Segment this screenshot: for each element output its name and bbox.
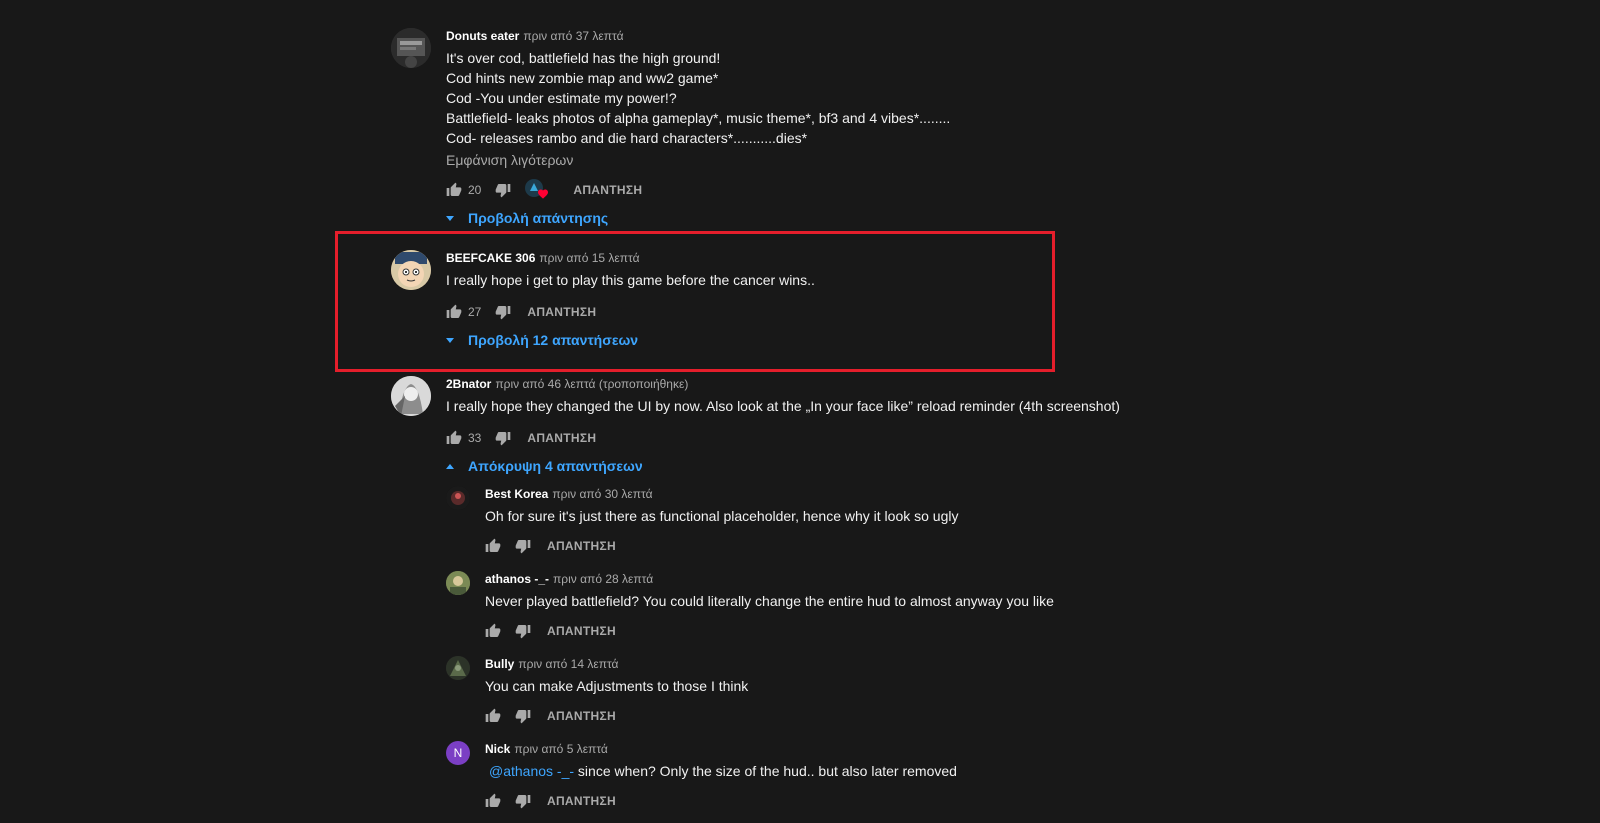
reply-author[interactable]: Best Korea <box>485 487 548 501</box>
comment-line: Cod hints new zombie map and ww2 game* <box>446 70 719 86</box>
comment-author[interactable]: 2Bnator <box>446 377 491 391</box>
avatar[interactable] <box>446 571 470 595</box>
view-replies-button[interactable]: Προβολή απάντησης <box>446 206 1151 230</box>
reply-button[interactable]: ΑΠΑΝΤΗΣΗ <box>547 794 616 808</box>
comment-line: Cod- releases rambo and die hard charact… <box>446 130 808 146</box>
comment-thread: Donuts eater πριν από 37 λεπτά It's over … <box>391 28 1151 228</box>
comment-timestamp[interactable]: πριν από 46 λεπτά (τροποποιήθηκε) <box>495 377 688 391</box>
creator-heart-badge <box>525 179 551 201</box>
like-button[interactable] <box>485 538 501 554</box>
comment-timestamp[interactable]: πριν από 37 λεπτά <box>523 29 623 43</box>
dislike-button[interactable] <box>515 623 531 639</box>
like-button[interactable] <box>446 430 462 446</box>
thumbs-down-icon <box>515 540 531 554</box>
reply-item: Best Korea πριν από 30 λεπτά Oh for sure … <box>446 486 1146 556</box>
thumbs-up-icon <box>485 623 501 637</box>
thumbs-down-icon <box>496 184 511 198</box>
avatar[interactable] <box>446 486 470 510</box>
hide-replies-button[interactable]: Απόκρυψη 4 απαντήσεων <box>446 454 1151 478</box>
like-button[interactable] <box>446 182 462 198</box>
comment-line: Battlefield- leaks photos of alpha gamep… <box>446 110 951 126</box>
reply-button[interactable]: ΑΠΑΝΤΗΣΗ <box>573 183 642 197</box>
reply-text: @athanos -_- since when? Only the size o… <box>485 761 1146 781</box>
dislike-button[interactable] <box>515 708 531 724</box>
like-count: 33 <box>468 431 482 445</box>
chevron-up-icon <box>446 463 454 469</box>
comment-thread: 2Bnator πριν από 46 λεπτά (τροποποιήθηκε)… <box>391 376 1151 476</box>
reply-text-body: since when? Only the size of the hud.. b… <box>574 763 957 779</box>
avatar[interactable] <box>446 656 470 680</box>
reply-button[interactable]: ΑΠΑΝΤΗΣΗ <box>547 709 616 723</box>
mention-link[interactable]: @athanos -_- <box>489 763 574 779</box>
comment-author[interactable]: Donuts eater <box>446 29 519 43</box>
reply-text: You can make Adjustments to those I thin… <box>485 678 749 694</box>
thumbs-up-icon <box>446 182 462 196</box>
like-button[interactable] <box>485 708 501 724</box>
reply-timestamp[interactable]: πριν από 14 λεπτά <box>518 657 618 671</box>
view-replies-label: Προβολή απάντησης <box>468 210 609 226</box>
reply-author[interactable]: Bully <box>485 657 514 671</box>
thumbs-down-icon <box>515 795 531 809</box>
like-button[interactable] <box>485 623 501 639</box>
thumbs-up-icon <box>485 708 501 722</box>
comment-line: Cod -You under estimate my power!? <box>446 90 677 106</box>
dislike-button[interactable] <box>515 793 531 809</box>
like-button[interactable] <box>485 793 501 809</box>
reply-button[interactable]: ΑΠΑΝΤΗΣΗ <box>547 539 616 553</box>
thumbs-up-icon <box>485 538 501 552</box>
dislike-button[interactable] <box>515 538 531 554</box>
reply-button[interactable]: ΑΠΑΝΤΗΣΗ <box>527 431 596 445</box>
avatar[interactable]: N <box>446 741 470 765</box>
chevron-down-icon <box>446 215 454 221</box>
comment-line: It's over cod, battlefield has the high … <box>446 50 721 66</box>
reply-timestamp[interactable]: πριν από 30 λεπτά <box>552 487 652 501</box>
reply-text: Never played battlefield? You could lite… <box>485 593 1054 609</box>
reply-text: Oh for sure it's just there as functiona… <box>485 508 959 524</box>
comment-text: It's over cod, battlefield has the high … <box>446 48 1151 148</box>
avatar-initial: N <box>453 746 463 760</box>
dislike-button[interactable] <box>495 182 511 198</box>
hide-replies-label: Απόκρυψη 4 απαντήσεων <box>468 458 643 474</box>
heart-icon <box>538 189 549 199</box>
like-count: 20 <box>468 183 482 197</box>
reply-author[interactable]: Nick <box>485 742 510 756</box>
thumbs-down-icon <box>496 432 511 446</box>
reply-item: N Nick πριν από 5 λεπτά @athanos -_- sinc… <box>446 741 1146 811</box>
avatar[interactable] <box>391 376 431 416</box>
reply-timestamp[interactable]: πριν από 5 λεπτά <box>514 742 607 756</box>
reply-button[interactable]: ΑΠΑΝΤΗΣΗ <box>547 624 616 638</box>
avatar[interactable] <box>391 28 431 68</box>
reply-timestamp[interactable]: πριν από 28 λεπτά <box>553 572 653 586</box>
thumbs-down-icon <box>515 710 531 724</box>
thumbs-up-icon <box>446 430 462 444</box>
show-less-link[interactable]: Εμφάνιση λιγότερων <box>446 150 1151 170</box>
thumbs-up-icon <box>485 793 501 807</box>
comment-text: I really hope they changed the UI by now… <box>446 398 1120 414</box>
highlight-box <box>335 231 1055 372</box>
reply-author[interactable]: athanos -_- <box>485 572 549 586</box>
thumbs-down-icon <box>515 625 531 639</box>
reply-item: Bully πριν από 14 λεπτά You can make Adju… <box>446 656 1146 726</box>
dislike-button[interactable] <box>495 430 511 446</box>
reply-item: athanos -_- πριν από 28 λεπτά Never playe… <box>446 571 1146 641</box>
